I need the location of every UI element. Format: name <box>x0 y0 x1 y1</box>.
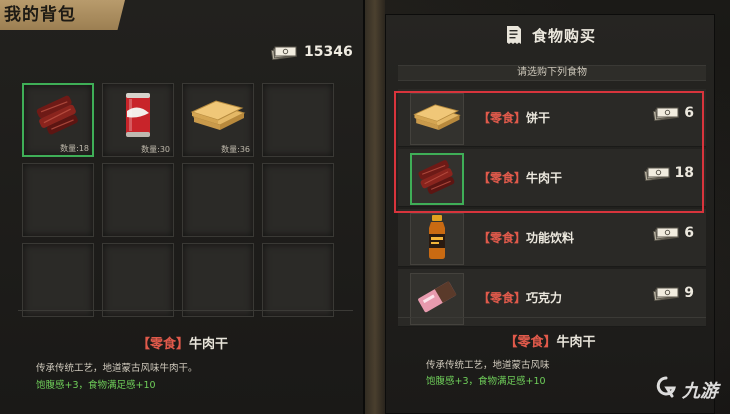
item-category-tag: 【零食】 <box>478 291 527 305</box>
inventory-slot-empty[interactable] <box>182 163 254 237</box>
divider <box>18 310 353 311</box>
inventory-slot-empty[interactable] <box>22 163 94 237</box>
energy-drink-bottle-icon <box>424 214 450 264</box>
inventory-slot-empty[interactable] <box>102 243 174 317</box>
cash-stack-icon <box>652 105 680 121</box>
backpack-title: 我的背包 <box>0 0 125 30</box>
shop-item-price: 6 <box>652 225 694 241</box>
shop-title: 食物购买 <box>531 26 596 45</box>
item-category-tag: 【零食】 <box>478 171 527 185</box>
item-category-tag: 【零食】 <box>478 111 527 125</box>
inventory-slot-soda[interactable]: 数量:30 <box>102 83 174 157</box>
price-value: 6 <box>684 105 694 121</box>
item-name: 牛肉干 <box>526 171 563 185</box>
price-value: 9 <box>684 285 694 301</box>
item-name: 巧克力 <box>526 291 563 305</box>
bag-item-detail-title: 【零食】牛肉干 <box>0 333 365 352</box>
inventory-slot-empty[interactable] <box>102 163 174 237</box>
shop-item-description: 传承传统工艺，地道蒙古风味 <box>426 360 550 371</box>
item-name: 饼干 <box>526 111 551 125</box>
shop-subtitle: 请选购下列食物 <box>398 65 706 81</box>
shop-item-effect: 饱腹感+3，食物满足感+10 <box>426 376 546 387</box>
inventory-slot-biscuit[interactable]: 数量:36 <box>182 83 254 157</box>
cash-stack-icon <box>270 44 298 60</box>
currency-display: 15346 <box>270 42 353 62</box>
shop-item-name: 【零食】饼干 <box>478 109 550 126</box>
inventory-slot-beef-jerky[interactable]: 数量:18 <box>22 83 94 157</box>
backpack-panel: 我的背包 15346 数量:18 数量:30 数量:36 【零食】牛肉干 传承传… <box>0 0 365 414</box>
slot-quantity: 数量:30 <box>141 145 170 154</box>
item-name: 牛肉干 <box>189 337 229 352</box>
cash-stack-icon <box>652 225 680 241</box>
shop-item-name: 【零食】功能饮料 <box>478 229 574 246</box>
currency-amount: 15346 <box>304 44 353 60</box>
shop-item-thumbnail <box>410 93 464 145</box>
inventory-slot-empty[interactable] <box>262 83 334 157</box>
jiuyou-logo-icon <box>654 376 678 404</box>
inventory-slot-empty[interactable] <box>262 243 334 317</box>
price-value: 6 <box>684 225 694 241</box>
shop-item-biscuit[interactable]: 【零食】饼干 6 <box>398 89 706 147</box>
food-shop-panel: 食物购买 请选购下列食物 【零食】饼干 6 【零食】牛肉干 18 【零食】功能饮… <box>385 14 715 414</box>
price-value: 18 <box>674 165 694 181</box>
site-watermark: 九游 <box>654 376 718 404</box>
cash-stack-icon <box>652 285 680 301</box>
shop-item-beef-jerky[interactable]: 【零食】牛肉干 18 <box>398 149 706 207</box>
shop-item-thumbnail <box>410 213 464 265</box>
biscuit-icon <box>188 95 248 139</box>
shop-header: 食物购买 <box>386 15 714 55</box>
shop-item-chocolate[interactable]: 【零食】巧克力 9 <box>398 269 706 327</box>
item-name: 牛肉干 <box>556 335 596 350</box>
divider <box>398 317 706 318</box>
bag-item-description: 传承传统工艺，地道蒙古风味牛肉干。 <box>36 363 198 374</box>
biscuit-icon <box>411 99 463 139</box>
receipt-icon <box>504 25 524 45</box>
watermark-text: 九游 <box>682 381 718 402</box>
inventory-slot-empty[interactable] <box>22 243 94 317</box>
beef-jerky-icon <box>414 156 460 202</box>
item-category-tag: 【零食】 <box>504 335 557 350</box>
shop-item-thumbnail <box>410 153 464 205</box>
item-category-tag: 【零食】 <box>136 337 189 352</box>
shop-item-energy-drink[interactable]: 【零食】功能饮料 6 <box>398 209 706 267</box>
inventory-slot-empty[interactable] <box>182 243 254 317</box>
chocolate-bar-icon <box>415 279 459 319</box>
panel-separator <box>365 0 385 414</box>
inventory-slot-empty[interactable] <box>262 163 334 237</box>
item-name: 功能饮料 <box>526 231 575 245</box>
shop-item-price: 6 <box>652 105 694 121</box>
shop-item-name: 【零食】牛肉干 <box>478 169 562 186</box>
shop-item-detail-title: 【零食】牛肉干 <box>386 331 714 350</box>
inventory-grid: 数量:18 数量:30 数量:36 <box>22 83 334 317</box>
slot-quantity: 数量:36 <box>221 145 250 154</box>
item-category-tag: 【零食】 <box>478 231 527 245</box>
shop-item-price: 18 <box>643 165 694 181</box>
shop-item-name: 【零食】巧克力 <box>478 289 562 306</box>
slot-quantity: 数量:18 <box>60 144 89 153</box>
cash-stack-icon <box>643 165 671 181</box>
shop-item-list: 【零食】饼干 6 【零食】牛肉干 18 【零食】功能饮料 6 【零食】巧克力 9 <box>398 89 706 329</box>
beef-jerky-icon <box>32 91 84 143</box>
bag-item-effect: 饱腹感+3，食物满足感+10 <box>36 380 156 391</box>
soda-can-icon <box>123 89 153 145</box>
shop-item-price: 9 <box>652 285 694 301</box>
